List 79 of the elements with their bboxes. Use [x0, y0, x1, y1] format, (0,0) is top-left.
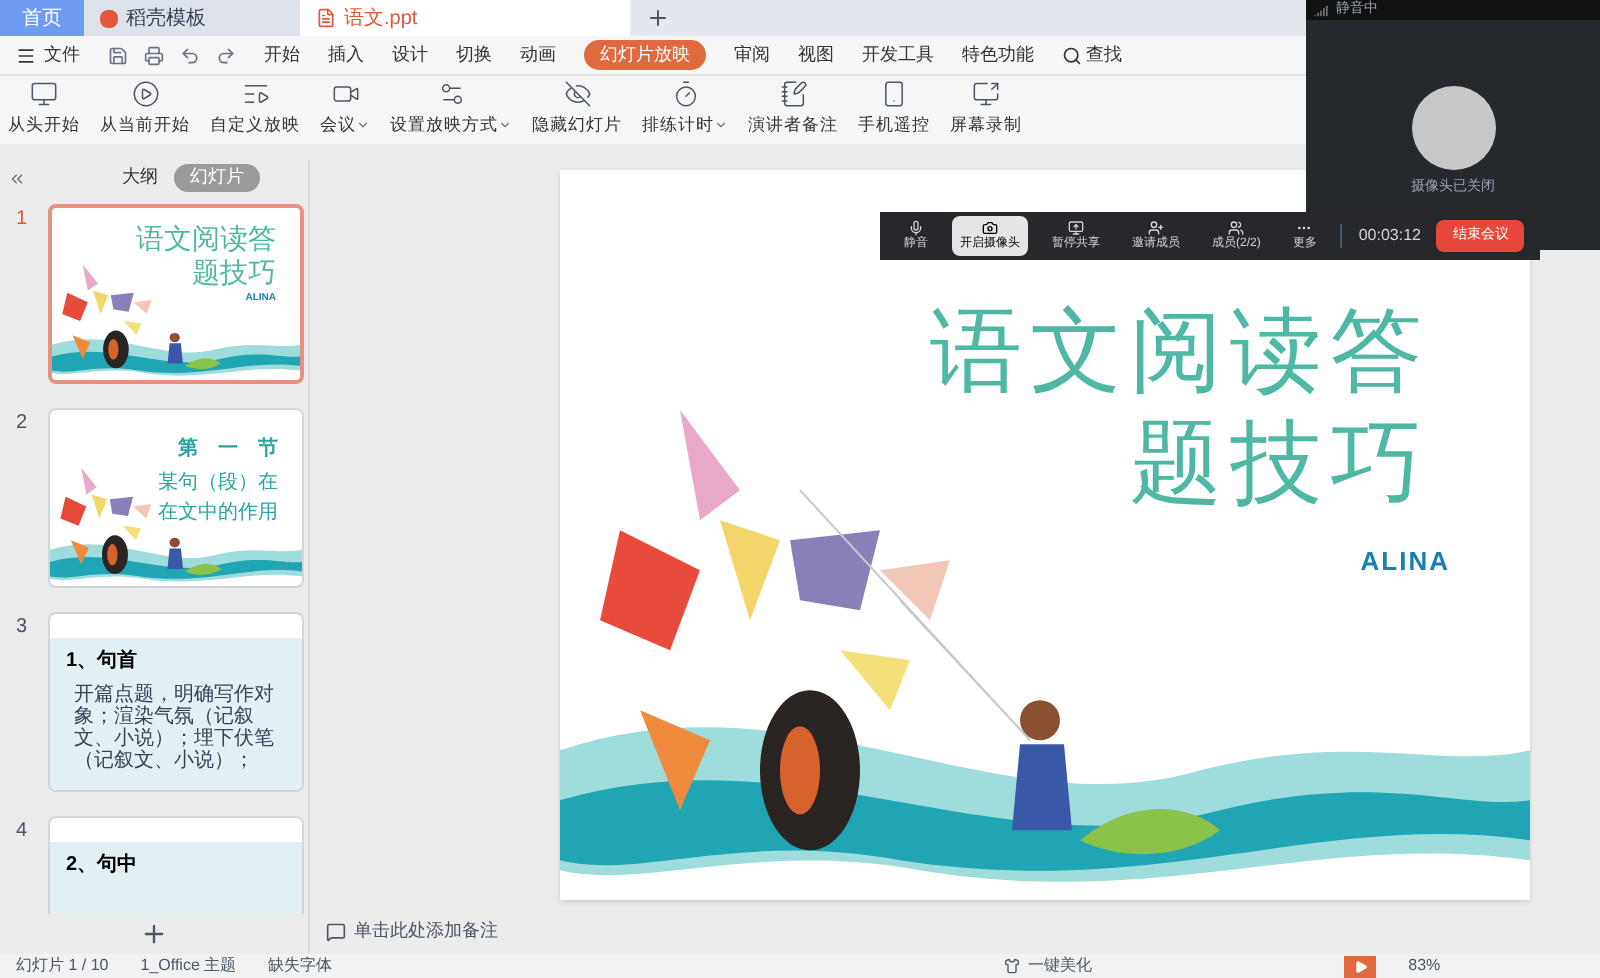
- ribbon-icon: [972, 80, 1000, 109]
- thumbnail-title: 题技巧: [192, 258, 276, 292]
- ribbon-icon: [563, 80, 591, 109]
- ribbon-tab[interactable]: 特色功能: [962, 41, 1034, 69]
- panel-tab[interactable]: 大纲: [122, 164, 158, 192]
- slide-counter: 幻灯片 1 / 10: [16, 954, 109, 978]
- avatar: [1411, 86, 1495, 171]
- thumbnail-subtitle: 在文中的作用: [158, 502, 278, 524]
- ribbon-icon: [671, 80, 699, 109]
- ribbon-button[interactable]: 从当前开始: [100, 80, 190, 138]
- slide-thumbnail[interactable]: 1、句首 开篇点题，明确写作对象；渲染气氛（记叙文、小说）；埋下伏笔（记叙文、小说）；: [48, 612, 304, 792]
- meeting-icon: [982, 219, 998, 235]
- thumbnail-heading: 1、句首: [66, 647, 140, 676]
- slide-author: ALINA: [1360, 544, 1450, 580]
- ribbon-icon: [779, 80, 807, 109]
- shirt-icon: [1004, 958, 1021, 974]
- meeting-icon: [908, 219, 924, 235]
- slide-thumbnail[interactable]: 2、句中: [48, 816, 304, 914]
- slide-number: 4: [16, 818, 30, 846]
- logo-icon: [100, 9, 118, 27]
- ribbon-button[interactable]: 自定义放映: [210, 80, 300, 138]
- redo-icon[interactable]: [216, 45, 236, 65]
- new-tab-icon[interactable]: [646, 6, 670, 30]
- ribbon-tab[interactable]: 审阅: [734, 41, 770, 69]
- collapse-icon[interactable]: [8, 169, 26, 187]
- meeting-icon: [1068, 219, 1084, 235]
- file-menu[interactable]: 文件: [16, 41, 80, 69]
- ribbon-tab[interactable]: 切换: [456, 41, 492, 69]
- thumbnail-subtitle: 某句（段）在: [158, 472, 278, 494]
- slide-number: 1: [16, 206, 30, 234]
- thumbnail-title: 语文阅读答: [136, 224, 276, 258]
- ribbon-icon: [30, 80, 58, 109]
- ribbon-icon: [241, 80, 269, 109]
- play-icon: [1353, 959, 1368, 973]
- meeting-icon: [1148, 219, 1164, 235]
- thumbnail-text: 开篇点题，明确写作对象；渲染气氛（记叙文、小说）；埋下伏笔（记叙文、小说）；: [72, 684, 276, 772]
- add-slide-icon[interactable]: [140, 920, 168, 948]
- ribbon-button[interactable]: 会议: [320, 80, 370, 138]
- theme-name: 1_Office 主题: [140, 954, 237, 978]
- ribbon-button[interactable]: 手机遥控: [858, 80, 930, 138]
- document-tab[interactable]: 稻壳模板: [84, 0, 300, 36]
- thumbnail-heading: 第 一 节: [178, 435, 278, 464]
- ribbon-icon: [437, 80, 465, 109]
- ribbon-icon: [880, 80, 908, 109]
- thumbnail-heading: 2、句中: [66, 851, 140, 880]
- search-button[interactable]: 查找: [1062, 41, 1122, 69]
- ribbon-button[interactable]: 从头开始: [8, 80, 80, 138]
- meeting-timer: 00:03:12: [1340, 224, 1421, 248]
- zoom-level[interactable]: 83%: [1408, 954, 1441, 978]
- play-button[interactable]: [1344, 955, 1377, 977]
- missing-font[interactable]: 缺失字体: [268, 954, 333, 978]
- ribbon-tab[interactable]: 开发工具: [862, 41, 934, 69]
- signal-icon: [1314, 3, 1328, 17]
- ribbon-tab[interactable]: 设计: [392, 41, 428, 69]
- meeting-icon: [1228, 219, 1245, 235]
- ribbon-tab[interactable]: 视图: [798, 41, 834, 69]
- slide-number: 2: [16, 410, 30, 438]
- ribbon-tab[interactable]: 开始: [264, 41, 300, 69]
- save-icon[interactable]: [108, 45, 128, 65]
- ribbon-button[interactable]: 屏幕录制: [950, 80, 1022, 138]
- slide-title: 语文阅读答: [930, 294, 1432, 406]
- document-icon: [316, 8, 336, 28]
- notes-placeholder[interactable]: 单击此处添加备注: [354, 918, 498, 946]
- ribbon-button[interactable]: 排练计时: [642, 80, 728, 138]
- slide-number: 3: [16, 614, 30, 642]
- beautify-button[interactable]: 一键美化: [1004, 954, 1093, 978]
- search-icon: [1062, 45, 1082, 65]
- ribbon-tab[interactable]: 动画: [520, 41, 556, 69]
- undo-icon[interactable]: [180, 45, 200, 65]
- ribbon-tab[interactable]: 插入: [328, 41, 364, 69]
- ribbon-button[interactable]: 设置放映方式: [390, 80, 512, 138]
- menu-icon: [16, 45, 36, 65]
- ribbon-button[interactable]: 演讲者备注: [748, 80, 838, 138]
- document-tab[interactable]: 语文.ppt: [300, 0, 630, 36]
- print-icon[interactable]: [144, 45, 164, 65]
- ribbon-icon: [131, 80, 159, 109]
- notes-icon: [326, 922, 346, 942]
- ribbon-button[interactable]: 隐藏幻灯片: [532, 80, 622, 138]
- slide-title: 题技巧: [1130, 406, 1432, 518]
